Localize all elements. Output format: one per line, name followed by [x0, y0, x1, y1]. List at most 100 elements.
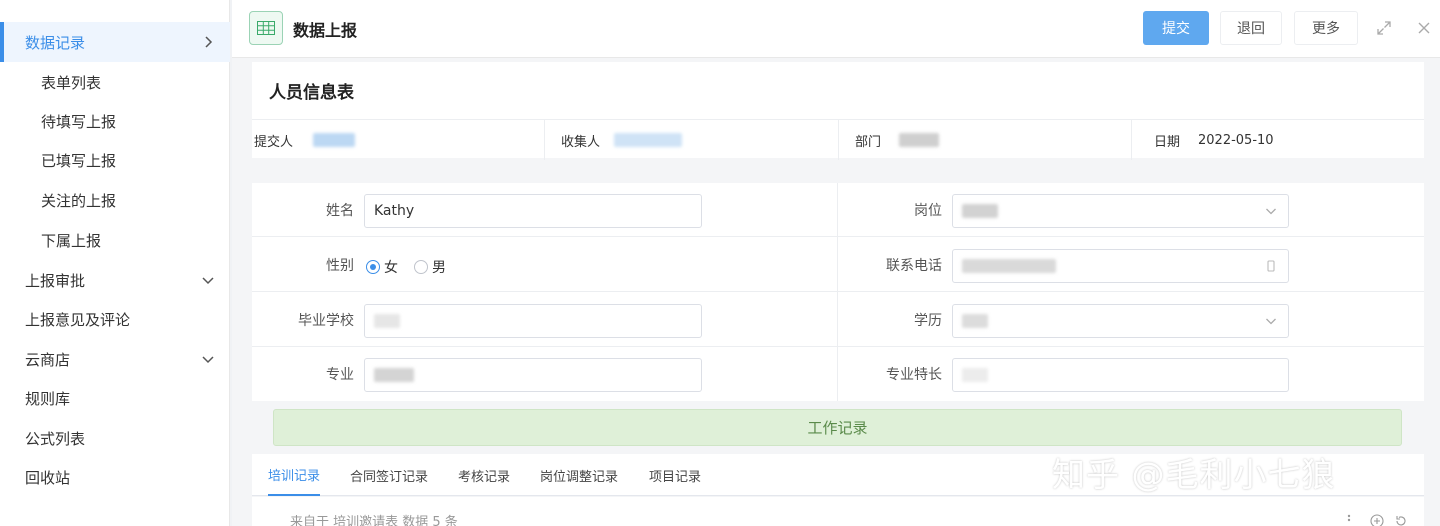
more-vertical-icon[interactable]: [1347, 514, 1351, 526]
add-circle-icon[interactable]: [1370, 514, 1384, 526]
more-button[interactable]: 更多: [1294, 11, 1358, 45]
department-field: 部门: [855, 120, 940, 160]
phone-value-redacted: [962, 259, 1056, 273]
major-input[interactable]: [364, 358, 702, 392]
form-row: 毕业学校 学历: [252, 293, 1424, 347]
sidebar-item-label: 上报审批: [25, 271, 86, 290]
school-label: 毕业学校: [298, 313, 354, 329]
sidebar: 数据记录 表单列表 待填写上报 已填写上报 关注的上报 下属上报 上报审批 上报…: [0, 0, 230, 526]
education-select[interactable]: [952, 304, 1289, 338]
specialty-label: 专业特长: [886, 367, 942, 383]
collector-field: 收集人: [561, 120, 683, 160]
expand-icon[interactable]: [1376, 20, 1392, 36]
chevron-right-icon: [205, 36, 213, 48]
sidebar-item-report-approval[interactable]: 上报审批: [0, 260, 230, 300]
phone-icon: [1267, 260, 1275, 272]
school-value-redacted: [374, 314, 400, 328]
work-records-bar[interactable]: 工作记录: [273, 409, 1402, 446]
submitter-value-redacted: [313, 133, 356, 147]
refresh-icon[interactable]: [1394, 514, 1408, 526]
sidebar-item-label: 公式列表: [25, 429, 86, 448]
divider: [1131, 120, 1132, 160]
sidebar-item-filled-reports[interactable]: 已填写上报: [0, 140, 230, 180]
collector-label: 收集人: [561, 134, 601, 150]
sidebar-item-label: 云商店: [25, 350, 71, 369]
divider: [544, 120, 545, 160]
sidebar-item-rule-library[interactable]: 规则库: [0, 378, 230, 418]
radio-unchecked-icon: [414, 260, 428, 274]
sidebar-item-pending-reports[interactable]: 待填写上报: [0, 101, 230, 141]
collector-value-redacted: [614, 133, 683, 147]
position-label: 岗位: [914, 203, 942, 219]
sidebar-item-label: 回收站: [25, 468, 71, 487]
gender-male-radio[interactable]: 男: [414, 257, 446, 277]
close-icon[interactable]: [1416, 20, 1432, 36]
phone-input[interactable]: [952, 249, 1289, 283]
gender-female-radio[interactable]: 女: [366, 257, 398, 277]
form-title: 人员信息表: [269, 83, 354, 103]
sidebar-item-label: 已填写上报: [41, 151, 117, 170]
gender-label: 性别: [326, 258, 354, 274]
form-row: 专业 专业特长: [252, 347, 1424, 401]
specialty-value-redacted: [962, 368, 988, 382]
radio-checked-icon: [366, 260, 380, 274]
records-source-text: 来自于 培训邀请表 数据 5 条: [290, 515, 458, 526]
chevron-down-icon: [202, 356, 214, 364]
submit-button[interactable]: 提交: [1143, 11, 1209, 45]
school-input[interactable]: [364, 304, 702, 338]
date-value: 2022-05-10: [1198, 132, 1274, 148]
tab-project-records[interactable]: 项目记录: [649, 454, 701, 496]
sidebar-item-followed-reports[interactable]: 关注的上报: [0, 180, 230, 220]
sidebar-item-formula-list[interactable]: 公式列表: [0, 418, 230, 458]
return-button[interactable]: 退回: [1220, 11, 1282, 45]
table-icon: [249, 11, 283, 45]
position-select[interactable]: [952, 194, 1289, 228]
submitter-label: 提交人: [254, 134, 294, 150]
tab-position-adjustment-records[interactable]: 岗位调整记录: [540, 454, 618, 496]
name-label: 姓名: [326, 203, 354, 219]
sidebar-item-label: 待填写上报: [41, 112, 117, 131]
tab-assessment-records[interactable]: 考核记录: [458, 454, 510, 496]
form-row: 性别 女 男 联系电话: [252, 238, 1424, 292]
submitter-field: 提交人: [254, 120, 356, 160]
watermark: 知乎 @毛利小七狼: [1052, 455, 1336, 494]
phone-label: 联系电话: [886, 258, 942, 274]
tab-training-records[interactable]: 培训记录: [268, 454, 321, 496]
gender-radio-group: 女 男: [366, 257, 462, 277]
tab-contract-records[interactable]: 合同签订记录: [350, 454, 428, 496]
department-label: 部门: [855, 134, 882, 150]
name-value: Kathy: [374, 203, 415, 219]
panel-header: 数据上报 提交 退回 更多: [232, 0, 1440, 58]
sidebar-item-subordinate-reports[interactable]: 下属上报: [0, 220, 230, 260]
sidebar-item-feedback-comments[interactable]: 上报意见及评论: [0, 299, 230, 339]
form-meta-row: 提交人 收集人 部门 日期 2022-05-10: [252, 119, 1424, 160]
date-field: 日期 2022-05-10: [1154, 120, 1274, 160]
sidebar-item-recycle-bin[interactable]: 回收站: [0, 457, 230, 497]
chevron-down-icon: [202, 277, 214, 285]
sidebar-item-label: 上报意见及评论: [25, 310, 131, 329]
radio-label: 男: [432, 260, 446, 276]
personnel-form: 姓名 Kathy 岗位 性别 女 男 联系电话 毕业学校 学历 专业 专业特长: [252, 183, 1424, 401]
specialty-input[interactable]: [952, 358, 1289, 392]
records-footer: 来自于 培训邀请表 数据 5 条: [252, 497, 1424, 526]
chevron-down-icon: [1266, 208, 1276, 215]
sidebar-item-label: 关注的上报: [41, 191, 117, 210]
form-row: 姓名 Kathy 岗位: [252, 183, 1424, 237]
education-label: 学历: [914, 313, 942, 329]
sidebar-item-cloud-store[interactable]: 云商店: [0, 339, 230, 379]
name-input[interactable]: Kathy: [364, 194, 702, 228]
major-value-redacted: [374, 368, 414, 382]
radio-label: 女: [384, 260, 398, 276]
page-title: 数据上报: [293, 21, 358, 40]
education-value-redacted: [962, 314, 988, 328]
sidebar-item-data-records[interactable]: 数据记录: [0, 22, 230, 62]
position-value-redacted: [962, 204, 998, 218]
sidebar-item-label: 数据记录: [25, 33, 86, 52]
date-label: 日期: [1154, 134, 1181, 150]
sidebar-item-label: 表单列表: [41, 73, 102, 92]
sidebar-item-form-list[interactable]: 表单列表: [0, 62, 230, 102]
chevron-down-icon: [1266, 318, 1276, 325]
form-info-card: 人员信息表 提交人 收集人 部门 日期 2022-05-10: [252, 62, 1424, 160]
sidebar-item-label: 下属上报: [41, 231, 102, 250]
sidebar-item-label: 规则库: [25, 389, 71, 408]
